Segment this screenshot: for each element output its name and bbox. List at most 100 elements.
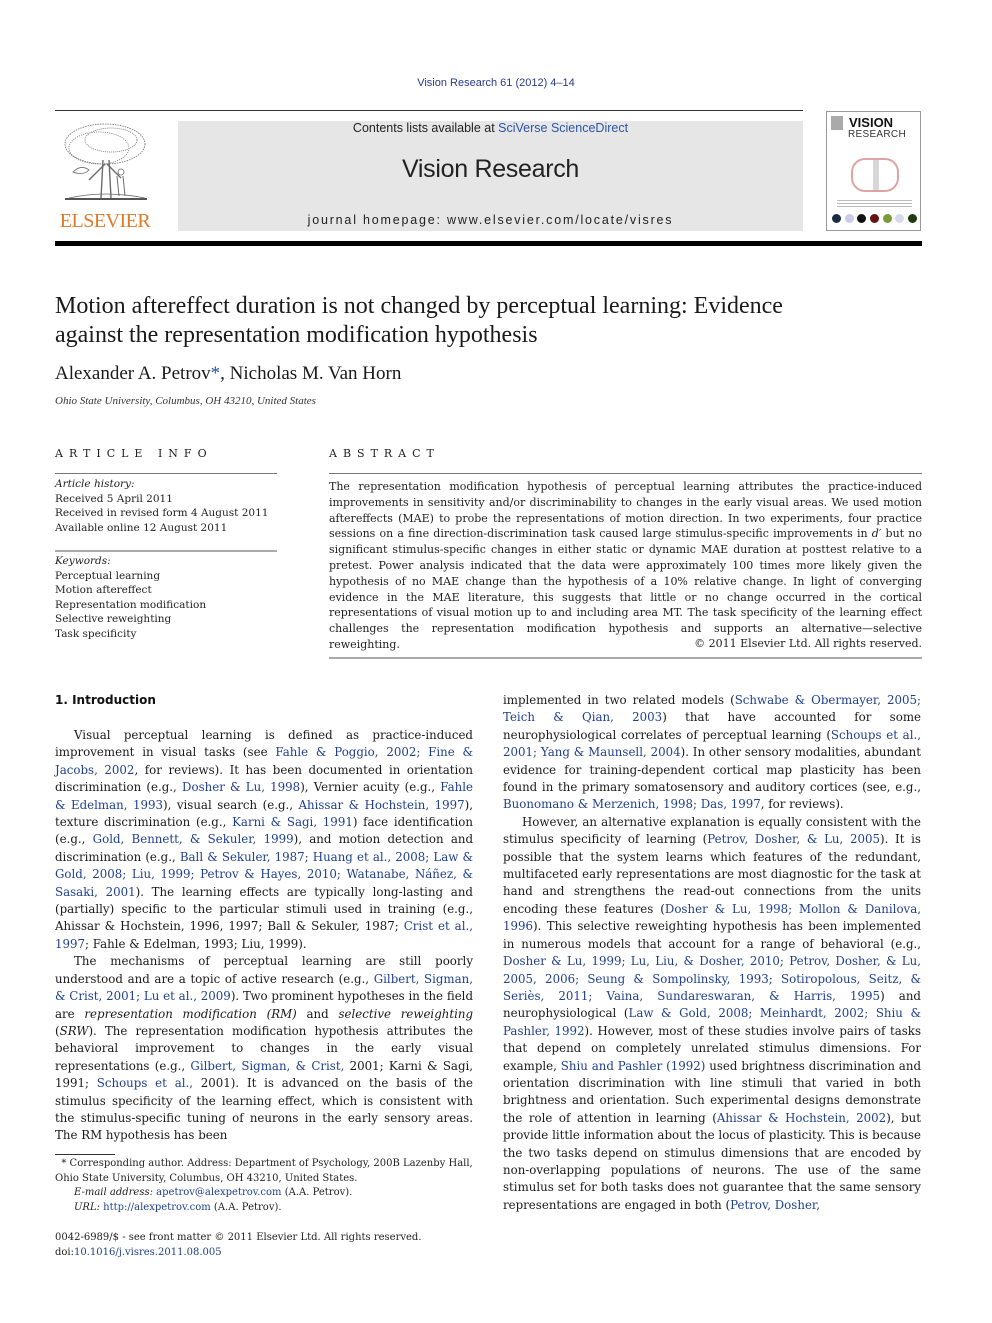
cover-thumbnail-dot (882, 214, 892, 223)
header-thick-rule (55, 241, 922, 246)
citation-link[interactable]: Dosher & Lu, 1998; Mollon & Danilova, 19… (503, 902, 921, 933)
paragraph: The mechanisms of perceptual learning ar… (55, 954, 474, 1143)
history-item: Available online 12 August 2011 (55, 521, 228, 534)
citation-link[interactable]: Buonomano & Merzenich, 1998; Das, 1997 (503, 797, 761, 811)
citation-link[interactable]: Dosher & Lu, 1998 (182, 780, 300, 794)
abstract-heading: ABSTRACT (329, 447, 440, 460)
introduction-heading: 1. Introduction (55, 693, 156, 707)
keyword: Motion aftereffect (55, 584, 152, 596)
journal-name: Vision Research (401, 155, 580, 183)
citation-link[interactable]: Ball & Sekuler, 1987; Huang et al., 2008… (55, 850, 473, 899)
keyword: Representation modification (55, 598, 207, 611)
footnote-rule (55, 1154, 115, 1155)
journal-cover-thumbnail[interactable]: VISION RESEARCH (826, 111, 921, 231)
abstract-copyright: © 2011 Elsevier Ltd. All rights reserved… (694, 637, 922, 650)
doi-link[interactable]: 10.1016/j.visres.2011.08.005 (74, 1247, 222, 1258)
citation-link[interactable]: Gilbert, Sigman, & Crist, (190, 1059, 344, 1073)
citation-link[interactable]: Petrov, Dosher, (730, 1198, 820, 1212)
cover-thumbnail-dot (832, 214, 841, 223)
email-suffix: (A.A. Petrov). (281, 1187, 353, 1198)
citation-link[interactable]: Fahle & Poggio, 2002; Fine & Jacobs, 200… (55, 745, 473, 776)
cover-figure-icon (851, 158, 899, 192)
email-note: E-mail address: apetrov@alexpetrov.com (… (55, 1186, 475, 1201)
citation-link[interactable]: Karni & Sagi, 1991 (232, 815, 353, 829)
journal-citation[interactable]: Vision Research 61 (2012) 4–14 (0, 77, 992, 89)
cover-title-vision: VISION (849, 115, 894, 130)
keywords-block: Keywords: Perceptual learning Motion aft… (55, 554, 277, 641)
issn-line: 0042-6989/$ - see front matter © 2011 El… (55, 1232, 422, 1243)
body-column-left: Visual perceptual learning is defined as… (55, 727, 473, 1145)
url-label: URL: (74, 1201, 100, 1213)
citation-link[interactable]: Petrov, Dosher, & Lu, 2005 (707, 832, 880, 846)
citation-link[interactable]: Dosher & Lu, 1999; Lu, Liu, & Dosher, 20… (503, 954, 921, 1003)
cover-image-strip (832, 214, 917, 226)
citation-link[interactable]: Ahissar & Hochstein, 1997 (298, 798, 464, 812)
history-item: Received 5 April 2011 (55, 492, 173, 505)
history-item: Received in revised form 4 August 2011 (55, 507, 269, 519)
article-history-label: Article history: (55, 478, 135, 490)
citation-link[interactable]: Schwabe & Obermayer, 2005; Teich & Qian,… (503, 693, 921, 724)
cover-text-lines (837, 200, 912, 210)
author-van-horn: , Nicholas M. Van Horn (220, 363, 402, 384)
article-info-heading: ARTICLE INFO (55, 447, 213, 460)
contents-prefix: Contents lists available at (352, 121, 499, 135)
abstract-rule (329, 473, 922, 474)
keywords-label: Keywords: (55, 555, 111, 567)
cover-thumbnail-dot (895, 214, 905, 223)
cover-publisher-icon (831, 116, 843, 130)
article-title: Motion aftereffect duration is not chang… (55, 292, 925, 350)
title-line: against the representation modification … (55, 322, 538, 348)
citation-link[interactable]: Ahissar & Hochstein, 2002 (717, 1111, 886, 1125)
contents-line: Contents lists available at SciVerse Sci… (178, 121, 803, 135)
article-history: Article history: Received 5 April 2011 R… (55, 477, 277, 535)
italic-term: SRW (59, 1023, 89, 1038)
paragraph: implemented in two related models (Schwa… (503, 693, 922, 812)
cover-thumbnail-dot (907, 214, 917, 223)
d-prime-symbol: d′ (871, 527, 882, 541)
body-column-right: implemented in two related models (Schwa… (503, 692, 921, 1214)
author-petrov: Alexander A. Petrov (55, 363, 211, 384)
abstract-body: The representation modification hypothes… (329, 479, 922, 653)
keyword: Task specificity (55, 627, 137, 640)
author-affiliation: Ohio State University, Columbus, OH 4321… (55, 395, 316, 407)
corresponding-author-marker[interactable]: * (211, 363, 221, 384)
journal-banner: Contents lists available at SciVerse Sci… (178, 121, 803, 231)
url-note: URL: http://alexpetrov.com (A.A. Petrov)… (55, 1201, 475, 1216)
footnote-text: Corresponding author. Address: Departmen… (55, 1158, 473, 1184)
elsevier-wordmark[interactable]: ELSEVIER (55, 210, 155, 233)
journal-homepage-link[interactable]: journal homepage: www.elsevier.com/locat… (178, 213, 803, 227)
header-rule (55, 110, 803, 111)
front-matter: 0042-6989/$ - see front matter © 2011 El… (55, 1230, 475, 1260)
citation-link[interactable]: Law & Gold, 2008; Meinhardt, 2002; Shiu … (503, 1006, 921, 1037)
abstract-text: but no significant stimulus-specific cha… (329, 527, 922, 651)
keywords-rule (55, 550, 277, 552)
homepage-url-link[interactable]: http://alexpetrov.com (103, 1202, 211, 1213)
citation-link[interactable]: Schoups et al., (97, 1076, 193, 1090)
abstract-bottom-rule (329, 657, 922, 659)
citation-link[interactable]: Schoups et al., 2001; Yang & Maunsell, 2… (503, 728, 921, 759)
keyword: Perceptual learning (55, 569, 161, 582)
corresponding-author-note: * Corresponding author. Address: Departm… (55, 1157, 475, 1186)
elsevier-tree-icon (64, 123, 147, 200)
sciencedirect-link[interactable]: SciVerse ScienceDirect (498, 121, 628, 135)
cover-title-research: RESEARCH (848, 129, 906, 140)
citation-link[interactable]: Gold, Bennett, & Sekuler, 1999 (93, 832, 294, 846)
email-link[interactable]: apetrov@alexpetrov.com (156, 1187, 281, 1198)
keyword: Selective reweighting (55, 613, 172, 625)
citation-link[interactable]: Gilbert, Sigman, & Crist, 2001; Lu et al… (55, 972, 473, 1003)
doi-line: doi:10.1016/j.visres.2011.08.005 (55, 1245, 475, 1260)
abstract-text: The representation modification hypothes… (329, 480, 922, 541)
url-suffix: (A.A. Petrov). (210, 1201, 282, 1213)
citation-link[interactable]: Shiu and Pashler (1992) (561, 1059, 706, 1073)
cover-thumbnail-dot (857, 214, 867, 223)
italic-term: selective reweighting (338, 1006, 474, 1021)
cover-thumbnail-dot (869, 214, 879, 223)
article-info-rule (55, 473, 277, 474)
citation-link[interactable]: Crist et al., 1997 (55, 919, 473, 950)
title-line: Motion aftereffect duration is not chang… (55, 293, 783, 319)
elsevier-logo: ELSEVIER (55, 120, 155, 233)
paragraph: However, an alternative explanation is e… (503, 814, 922, 1212)
paragraph: Visual perceptual learning is defined as… (55, 728, 474, 951)
email-label: E-mail address: (74, 1187, 153, 1198)
author-list: Alexander A. Petrov*, Nicholas M. Van Ho… (55, 363, 401, 385)
